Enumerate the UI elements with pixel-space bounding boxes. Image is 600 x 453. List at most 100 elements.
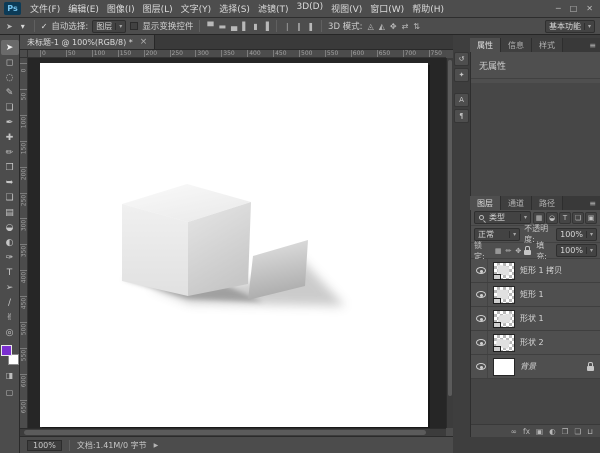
horizontal-scrollbar[interactable] — [20, 428, 446, 436]
horizontal-ruler[interactable]: 0501001502002503003504004505005506006507… — [28, 50, 446, 58]
menu-item-1[interactable]: 编辑(E) — [64, 2, 103, 15]
horizontal-scrollbar-thumb[interactable] — [24, 430, 426, 435]
menu-item-8[interactable]: 视图(V) — [327, 2, 366, 15]
layer-name[interactable]: 矩形 1 拷贝 — [520, 265, 597, 276]
layer-row-3[interactable]: 形状 2 — [471, 331, 600, 355]
layer-name[interactable]: 矩形 1 — [520, 289, 597, 300]
menu-item-4[interactable]: 文字(Y) — [177, 2, 216, 15]
layer-style-icon[interactable]: fx — [523, 427, 530, 436]
3d-roll-icon[interactable]: ◭ — [378, 22, 386, 31]
align-vertical-centers-icon[interactable]: ▬ — [217, 22, 227, 31]
move-tool[interactable]: ➤ — [1, 40, 19, 55]
layer-name[interactable]: 背景 — [520, 361, 582, 372]
layers-tab-2[interactable]: 路径 — [532, 196, 563, 210]
new-adjustment-layer-icon[interactable]: ◐ — [549, 427, 556, 436]
line-tool[interactable]: ∕ — [1, 295, 19, 310]
lock-transparency-icon[interactable]: ▦ — [494, 247, 503, 255]
layer-name[interactable]: 形状 1 — [520, 313, 597, 324]
properties-tab-2[interactable]: 样式 — [532, 38, 563, 52]
lock-pixels-icon[interactable]: ✏ — [504, 247, 512, 255]
zoom-tool[interactable]: ◎ — [1, 325, 19, 340]
layers-tab-1[interactable]: 通道 — [501, 196, 532, 210]
close-button[interactable]: ✕ — [586, 4, 593, 13]
history-brush-tool[interactable]: ➥ — [1, 175, 19, 190]
layer-visibility-toggle[interactable] — [474, 331, 488, 354]
layer-visibility-toggle[interactable] — [474, 307, 488, 330]
menu-item-10[interactable]: 帮助(H) — [408, 2, 448, 15]
quick-mask-button[interactable]: ◨ — [1, 369, 19, 382]
menu-item-6[interactable]: 滤镜(T) — [254, 2, 293, 15]
link-layers-icon[interactable]: ∞ — [511, 427, 517, 436]
minimize-button[interactable]: ─ — [556, 4, 561, 13]
filter-smart-objects-icon[interactable]: ▣ — [585, 212, 597, 224]
vertical-scrollbar[interactable] — [446, 58, 453, 428]
auto-select-checkbox[interactable]: ✓ — [41, 22, 48, 31]
move-tool-preset-icon[interactable]: ➤ — [5, 22, 14, 31]
menu-item-7[interactable]: 3D(D) — [292, 2, 327, 15]
layer-row-1[interactable]: 矩形 1 — [471, 283, 600, 307]
lasso-tool[interactable]: ◌ — [1, 70, 19, 85]
layer-thumbnail[interactable] — [493, 334, 515, 352]
layer-row-0[interactable]: 矩形 1 拷贝 — [471, 259, 600, 283]
opacity-field[interactable]: 100% ▾ — [556, 228, 597, 241]
3d-rotate-icon[interactable]: ◬ — [367, 22, 375, 31]
properties-tab-0[interactable]: 属性 — [470, 38, 501, 52]
layer-visibility-toggle[interactable] — [474, 355, 488, 378]
pen-tool[interactable]: ✑ — [1, 250, 19, 265]
history-panel-icon[interactable]: ↺ — [454, 52, 469, 66]
layer-row-2[interactable]: 形状 1 — [471, 307, 600, 331]
lock-all-icon[interactable] — [524, 250, 531, 255]
menu-item-9[interactable]: 窗口(W) — [366, 2, 408, 15]
panel-menu-icon[interactable]: ≡ — [589, 196, 600, 210]
3d-drag-icon[interactable]: ✥ — [389, 22, 398, 31]
layers-tab-0[interactable]: 图层 — [470, 196, 501, 210]
layer-visibility-toggle[interactable] — [474, 283, 488, 306]
layer-thumbnail[interactable] — [493, 358, 515, 376]
filter-type-layers-icon[interactable]: T — [559, 212, 571, 224]
document-tab[interactable]: 未标题-1 @ 100%(RGB/8) * × — [20, 35, 155, 49]
align-horizontal-centers-icon[interactable]: ▮ — [252, 22, 258, 31]
layer-thumbnail[interactable] — [493, 262, 515, 280]
zoom-level-field[interactable]: 100% — [27, 440, 62, 451]
distribute-vertical-centers-icon[interactable]: ❙ — [295, 22, 304, 31]
layer-visibility-toggle[interactable] — [474, 259, 488, 282]
menu-item-5[interactable]: 选择(S) — [215, 2, 254, 15]
align-right-edges-icon[interactable]: ▐ — [262, 22, 270, 31]
layer-filter-type-dropdown[interactable]: 类型 ▾ — [474, 211, 531, 224]
dodge-tool[interactable]: ◐ — [1, 235, 19, 250]
new-layer-icon[interactable]: ❏ — [574, 427, 581, 436]
path-selection-tool[interactable]: ➢ — [1, 280, 19, 295]
menu-item-3[interactable]: 图层(L) — [139, 2, 177, 15]
fill-field[interactable]: 100% ▾ — [556, 244, 597, 257]
panel-menu-icon[interactable]: ≡ — [589, 38, 600, 52]
3d-scale-icon[interactable]: ⇅ — [412, 22, 421, 31]
gradient-tool[interactable]: ▤ — [1, 205, 19, 220]
rectangular-marquee-tool[interactable]: ◻ — [1, 55, 19, 70]
blur-tool[interactable]: ◒ — [1, 220, 19, 235]
status-expand-icon[interactable]: ▶ — [154, 442, 159, 449]
lock-position-icon[interactable]: ✥ — [514, 247, 522, 255]
type-tool[interactable]: T — [1, 265, 19, 280]
align-bottom-edges-icon[interactable]: ▄ — [230, 22, 238, 31]
align-left-edges-icon[interactable]: ▌ — [241, 22, 249, 31]
layer-name[interactable]: 形状 2 — [520, 337, 597, 348]
canvas-viewport[interactable] — [28, 58, 446, 428]
auto-select-target-dropdown[interactable]: 图层 ▾ — [92, 20, 126, 33]
hand-tool[interactable]: ✌ — [1, 310, 19, 325]
layer-thumbnail[interactable] — [493, 286, 515, 304]
align-top-edges-icon[interactable]: ▀ — [206, 22, 214, 31]
new-group-icon[interactable]: ❐ — [562, 427, 569, 436]
layer-thumbnail[interactable] — [493, 310, 515, 328]
vertical-ruler[interactable]: 050100150200250300350400450500550600650 — [20, 58, 28, 428]
filter-shape-layers-icon[interactable]: ❏ — [572, 212, 584, 224]
menu-item-2[interactable]: 图像(I) — [103, 2, 139, 15]
delete-layer-icon[interactable]: ⊔ — [587, 427, 593, 436]
filter-pixel-layers-icon[interactable]: ▦ — [533, 212, 545, 224]
clone-stamp-tool[interactable]: ❒ — [1, 160, 19, 175]
layer-row-4[interactable]: 背景 — [471, 355, 600, 379]
workspace-switcher-button[interactable]: 基本功能 ▾ — [545, 20, 595, 33]
3d-slide-icon[interactable]: ⇄ — [401, 22, 410, 31]
distribute-bottom-edges-icon[interactable]: ❚ — [306, 22, 315, 31]
crop-tool[interactable]: ❏ — [1, 100, 19, 115]
menu-item-0[interactable]: 文件(F) — [26, 2, 64, 15]
